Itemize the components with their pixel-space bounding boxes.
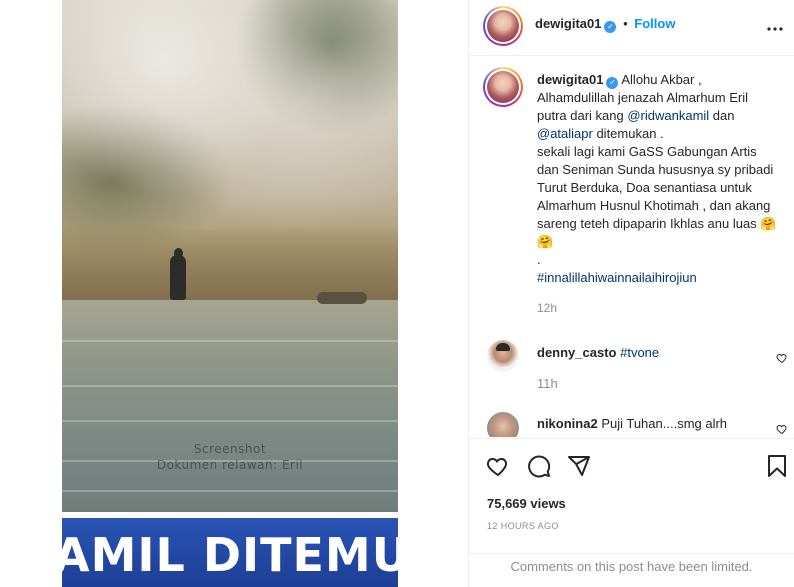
video-water — [62, 300, 398, 515]
comments-limited-notice: Comments on this post have been limited. — [469, 553, 794, 587]
author-avatar[interactable] — [483, 6, 523, 46]
views-count[interactable]: 75,669 views — [487, 496, 566, 511]
video-overlay-text-1: Screenshot — [193, 442, 267, 456]
heart-icon[interactable] — [776, 423, 788, 435]
caption-author-avatar[interactable] — [483, 67, 523, 107]
comment-hashtag-link[interactable]: #tvone — [620, 345, 659, 360]
commenter-username[interactable]: denny_casto — [537, 345, 616, 360]
hashtag-link[interactable]: #innalillahiwainnailaihirojiun — [537, 270, 697, 285]
post-panel: dewigita01 ✓ • Follow dewigita01 ✓ Allohu … — [468, 0, 794, 587]
comment-icon[interactable] — [527, 454, 551, 478]
commenter-avatar[interactable] — [487, 412, 519, 437]
post-timestamp[interactable]: 12 HOURS AGO — [487, 521, 559, 531]
bookmark-icon[interactable] — [765, 454, 789, 478]
post-actions: 75,669 views 12 HOURS AGO — [469, 438, 794, 554]
video-rock — [317, 292, 367, 304]
post-header: dewigita01 ✓ • Follow — [469, 0, 794, 56]
share-icon[interactable] — [567, 454, 591, 478]
mention-link[interactable]: @ridwankamil — [627, 108, 709, 123]
mention-link[interactable]: @ataliapr — [537, 126, 593, 141]
caption-author[interactable]: dewigita01 — [537, 72, 603, 87]
comment-text: Puji Tuhan....smg alrh — [601, 416, 728, 431]
post-video[interactable]: Screenshot Dokumen relawan: Eril AMIL DI… — [62, 0, 398, 587]
more-options-icon[interactable] — [766, 16, 784, 37]
news-banner-text: AMIL DITEMUKAN — [62, 528, 398, 582]
author-username[interactable]: dewigita01 — [535, 16, 601, 31]
caption-time: 12h — [537, 301, 558, 315]
verified-icon: ✓ — [606, 77, 619, 89]
media-area: Screenshot Dokumen relawan: Eril AMIL DI… — [0, 0, 468, 587]
heart-icon[interactable] — [776, 352, 788, 364]
commenter-username[interactable]: nikonina2 — [537, 416, 598, 431]
comments-scroll[interactable]: dewigita01 ✓ Allohu Akbar , Alhamdulillah… — [469, 57, 794, 437]
post-caption: dewigita01 ✓ Allohu Akbar , Alhamdulillah… — [537, 71, 781, 317]
video-overlay-text-2: Dokumen relawan: Eril — [156, 458, 304, 472]
follow-button[interactable]: Follow — [634, 16, 675, 31]
commenter-avatar[interactable] — [487, 340, 519, 372]
comment-time: 11h — [537, 376, 558, 391]
verified-icon: ✓ — [604, 21, 617, 33]
video-person — [170, 255, 186, 300]
heart-icon[interactable] — [486, 454, 510, 478]
